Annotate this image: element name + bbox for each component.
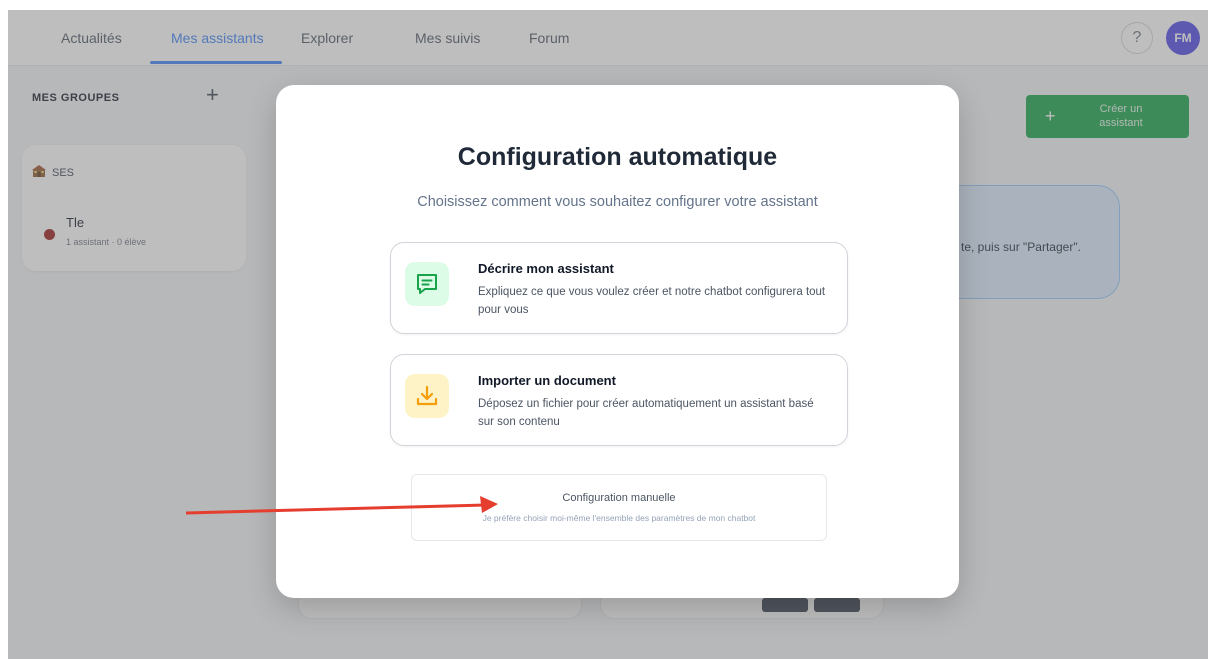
describe-assistant-option[interactable]: Décrire mon assistant Expliquez ce que v… (390, 242, 848, 334)
option-description: Déposez un fichier pour créer automatiqu… (478, 398, 814, 428)
configuration-modal: Configuration automatique Choisissez com… (276, 85, 959, 598)
modal-title: Configuration automatique (457, 143, 778, 171)
option-title: Importer un document (478, 373, 616, 388)
modal-subtitle: Choisissez comment vous souhaitez config… (417, 194, 818, 210)
option-title: Décrire mon assistant (478, 261, 614, 276)
chat-bubble-icon (405, 262, 449, 306)
annotation-arrow-icon (186, 496, 498, 515)
import-document-option[interactable]: Importer un document Déposez un fichier … (390, 354, 848, 446)
app-window: Actualités Mes assistants Explorer Mes s… (8, 10, 1208, 659)
download-icon (405, 374, 449, 418)
option-description: Expliquez ce que vous voulez créer et no… (478, 286, 826, 316)
